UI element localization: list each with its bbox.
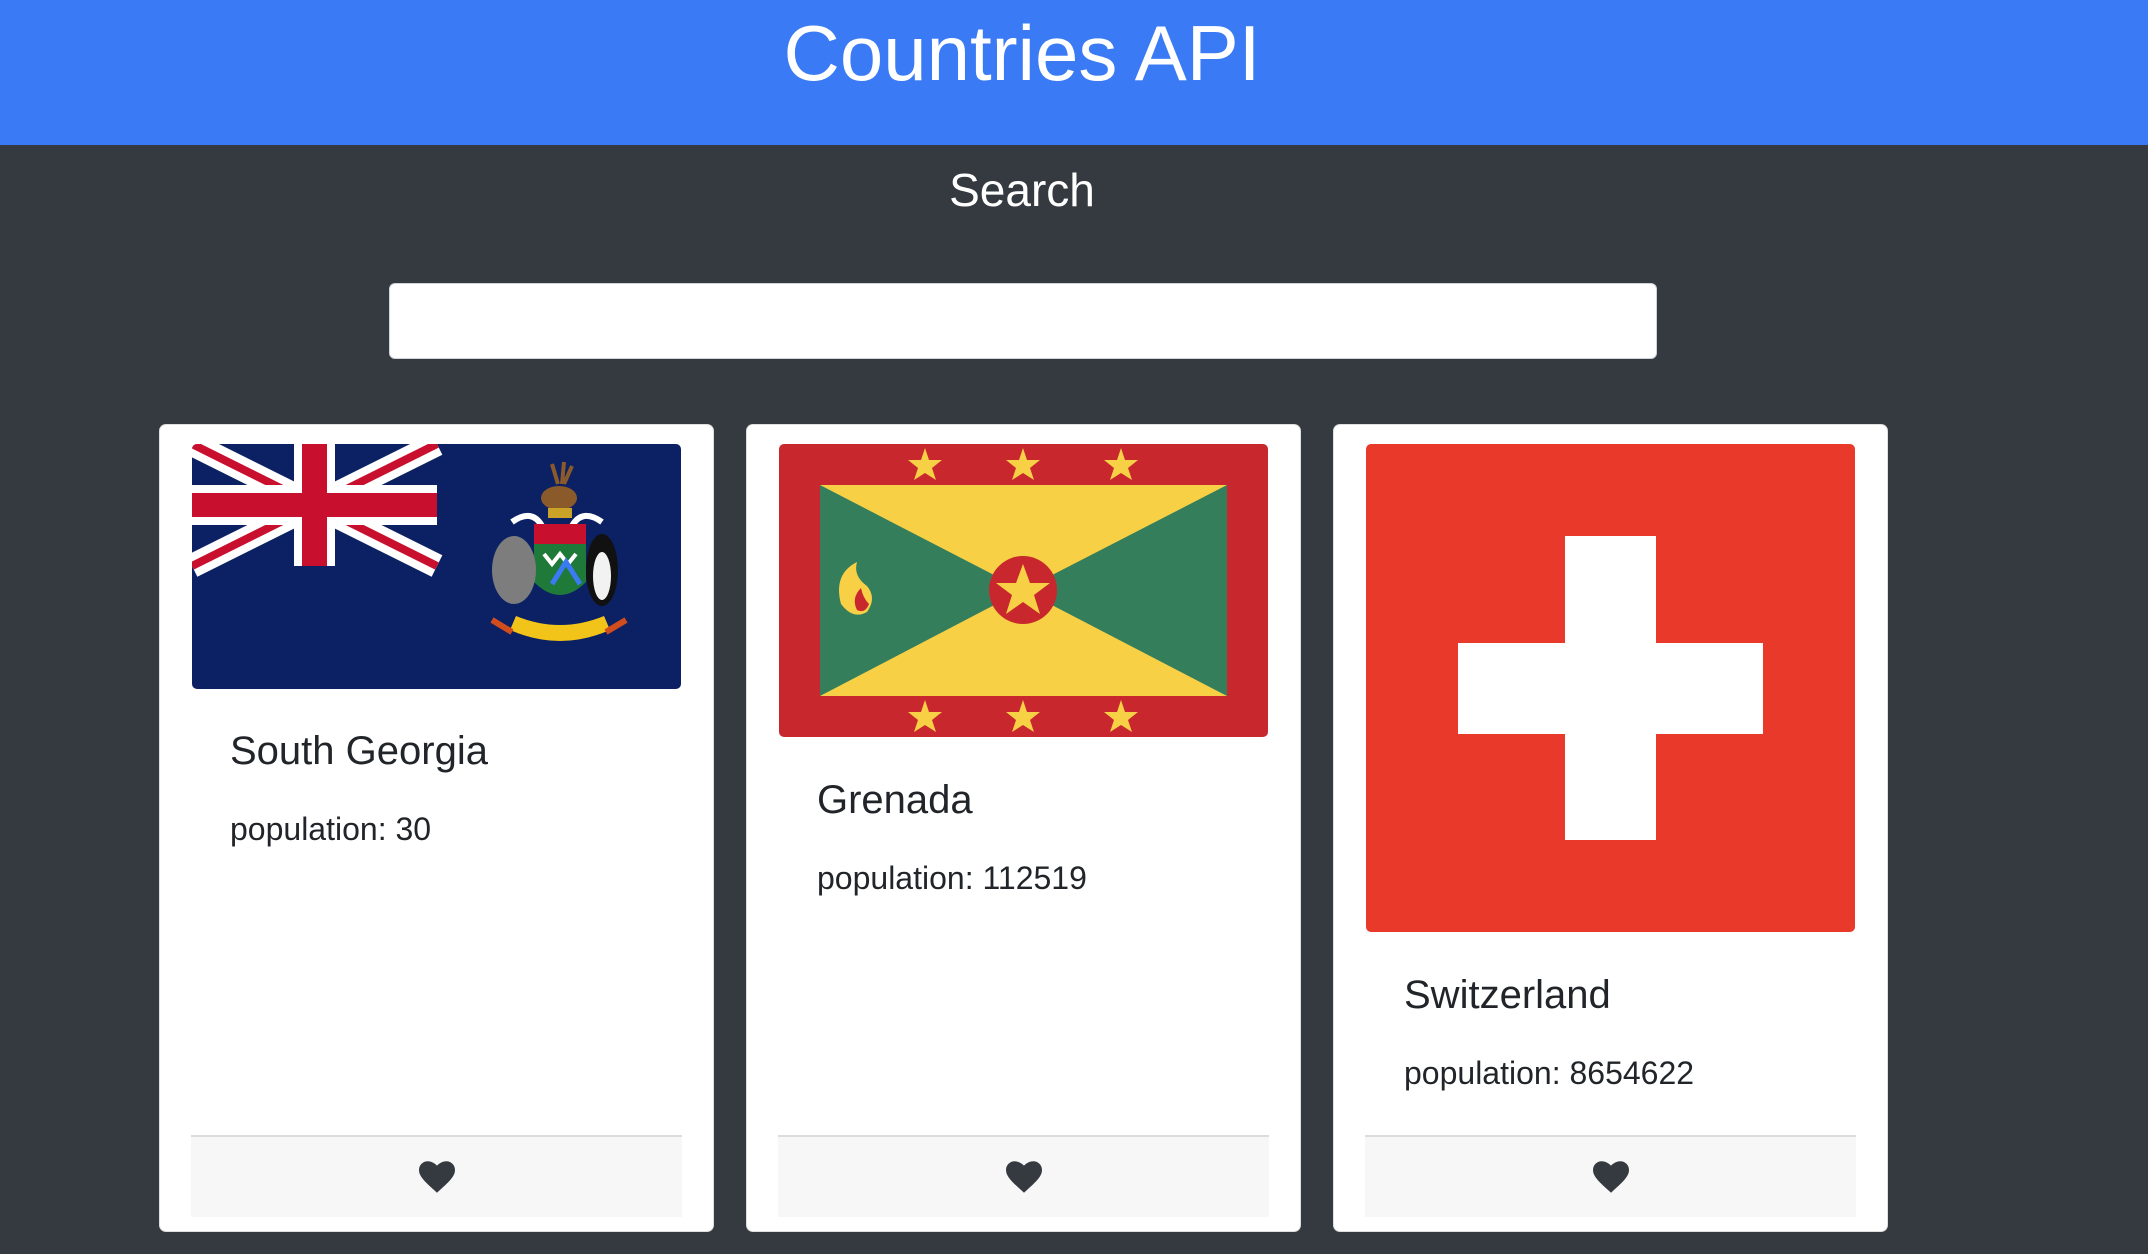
heart-icon <box>1005 1161 1042 1193</box>
header-bar: Countries API <box>0 0 2148 145</box>
search-label: Search <box>949 164 1095 216</box>
heart-icon <box>1592 1161 1629 1193</box>
south-georgia-flag-icon <box>192 444 681 689</box>
country-card: South Georgia population: 30 <box>159 424 714 1232</box>
page-title: Countries API <box>783 9 1261 97</box>
favorite-button[interactable] <box>417 1157 457 1197</box>
heart-icon <box>418 1161 455 1193</box>
card-footer <box>191 1135 682 1217</box>
country-name: South Georgia <box>230 729 488 773</box>
country-card: Switzerland population: 8654622 <box>1333 424 1888 1232</box>
country-population: population: 112519 <box>817 860 1087 896</box>
favorite-button[interactable] <box>1004 1157 1044 1197</box>
switzerland-flag-icon <box>1366 444 1855 932</box>
grenada-flag-icon <box>779 444 1268 737</box>
card-footer <box>1365 1135 1856 1217</box>
country-card: Grenada population: 112519 <box>746 424 1301 1232</box>
country-name: Switzerland <box>1404 973 1611 1017</box>
search-input[interactable] <box>389 283 1657 359</box>
card-footer <box>778 1135 1269 1217</box>
country-name: Grenada <box>817 778 973 822</box>
country-population: population: 30 <box>230 811 432 847</box>
favorite-button[interactable] <box>1591 1157 1631 1197</box>
country-population: population: 8654622 <box>1404 1055 1695 1091</box>
